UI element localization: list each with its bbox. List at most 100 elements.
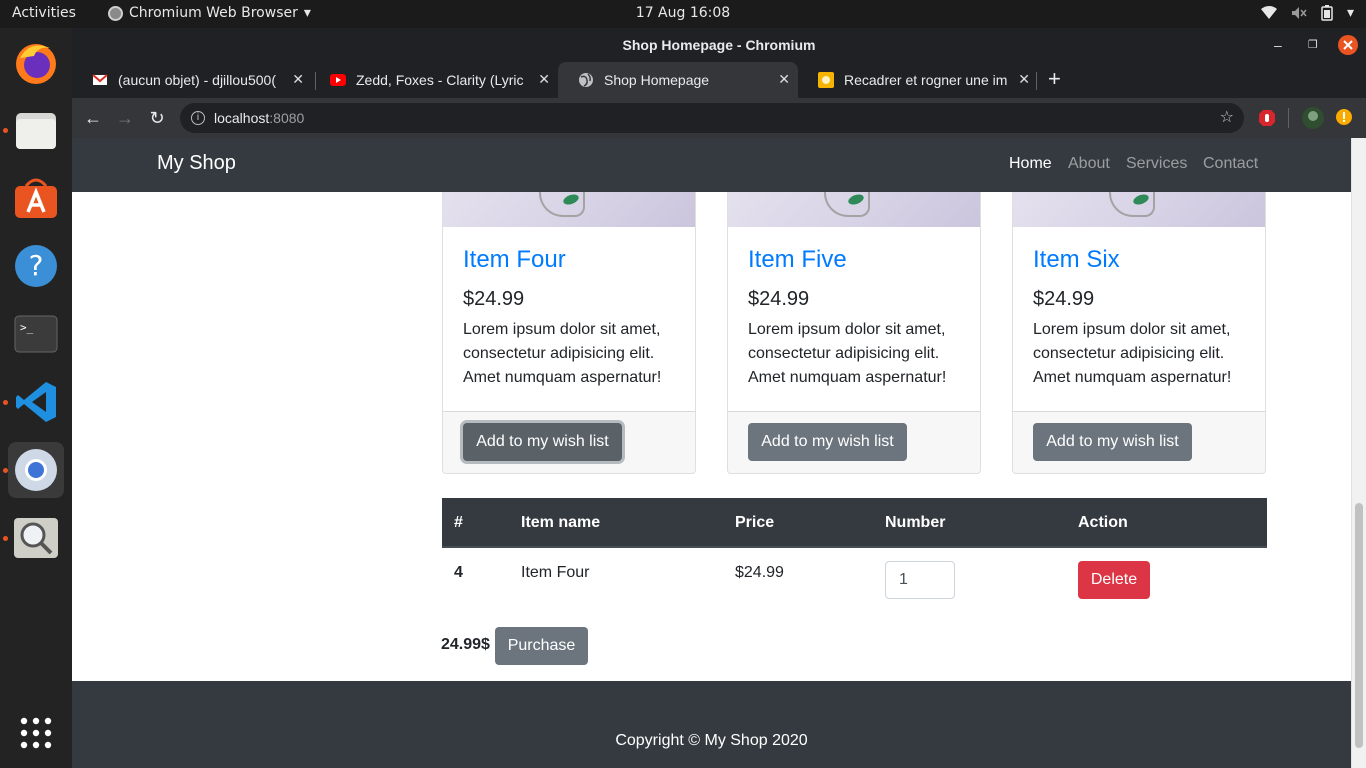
update-warning-icon[interactable] [1336, 109, 1352, 125]
adblock-extension-icon[interactable] [1258, 109, 1276, 127]
cart-total: 24.99$ [441, 636, 490, 653]
nav-link-home[interactable]: Home [1009, 155, 1052, 173]
tab-close-icon[interactable]: ✕ [778, 71, 790, 88]
minimize-icon[interactable]: – [1274, 28, 1282, 62]
ubuntu-software-icon [15, 178, 57, 218]
site-footer: Copyright © My Shop 2020 [72, 681, 1351, 768]
column-header-id: # [454, 514, 463, 531]
forward-button[interactable]: → [114, 107, 136, 129]
cell-id: 4 [454, 564, 463, 581]
close-window-button[interactable] [1338, 28, 1358, 62]
gnome-top-bar: Activities Chromium Web Browser ▾ 17 Aug… [0, 0, 1366, 28]
toolbar-separator [1288, 108, 1289, 128]
show-applications-button[interactable] [8, 705, 64, 761]
tab-strip: (aucun objet) - djillou500( ✕ Zedd, Foxe… [72, 62, 1366, 98]
image-editor-icon [818, 72, 834, 88]
dropdown-arrow-icon: ▾ [303, 5, 311, 21]
card-footer: Add to my wish list [728, 411, 980, 473]
screenshot-launcher[interactable] [3, 510, 64, 566]
firefox-launcher[interactable] [8, 34, 64, 90]
maximize-icon[interactable]: ❐ [1308, 28, 1318, 62]
site-navbar: My Shop Home About Services Contact [72, 138, 1351, 192]
page-scrollbar[interactable] [1351, 138, 1366, 768]
ubuntu-dock: ? >_ [0, 28, 72, 768]
vscode-icon [16, 382, 56, 422]
svg-text:>_: >_ [20, 321, 34, 334]
nav-link-services[interactable]: Services [1126, 155, 1187, 173]
files-launcher[interactable] [3, 102, 64, 158]
page-viewport: My Shop Home About Services Contact Item… [72, 138, 1366, 768]
battery-icon [1321, 5, 1333, 21]
nav-link-contact[interactable]: Contact [1203, 155, 1258, 173]
product-description: Lorem ipsum dolor sit amet, consectetur … [748, 321, 947, 386]
folder-icon [16, 113, 56, 149]
bookmark-star-icon[interactable]: ☆ [1220, 103, 1234, 133]
running-indicator [3, 128, 8, 133]
column-header-number: Number [885, 514, 946, 531]
tab-image-editor[interactable]: Recadrer et rogner une im ✕ [798, 62, 1038, 98]
add-to-wishlist-button[interactable]: Add to my wish list [748, 423, 907, 461]
site-info-icon[interactable]: i [191, 111, 205, 125]
reload-button[interactable]: ↻ [146, 107, 168, 129]
help-launcher[interactable]: ? [8, 238, 64, 294]
card-footer: Add to my wish list [1013, 411, 1265, 473]
nav-link-about[interactable]: About [1068, 155, 1110, 173]
chromium-launcher[interactable] [3, 442, 64, 498]
add-to-wishlist-button[interactable]: Add to my wish list [1033, 423, 1192, 461]
column-header-price: Price [735, 514, 775, 531]
terminal-icon: >_ [14, 315, 58, 353]
tab-gmail[interactable]: (aucun objet) - djillou500( ✕ [72, 62, 312, 98]
running-indicator [3, 468, 8, 473]
wifi-icon [1260, 6, 1277, 19]
table-row: 4 Item Four $24.99 1 Delete [442, 548, 1267, 610]
globe-icon [579, 73, 593, 87]
table-header: # Item name Price Number Action [442, 498, 1267, 548]
tab-close-icon[interactable]: ✕ [292, 71, 304, 88]
system-tray[interactable]: ▾ [1260, 5, 1354, 21]
column-header-action: Action [1078, 514, 1128, 531]
back-button[interactable]: ← [82, 107, 104, 129]
product-description: Lorem ipsum dolor sit amet, consectetur … [463, 321, 662, 386]
add-to-wishlist-button[interactable]: Add to my wish list [463, 423, 622, 461]
magnifier-icon [14, 518, 58, 558]
activities-button[interactable]: Activities [12, 5, 76, 21]
chromium-window: Shop Homepage - Chromium – ❐ (aucun obje… [72, 28, 1366, 768]
url-port: :8080 [269, 110, 305, 126]
cell-item-name: Item Four [521, 564, 590, 581]
address-bar[interactable]: i localhost:8080 ☆ [180, 103, 1244, 133]
system-menu-arrow-icon: ▾ [1346, 5, 1354, 21]
product-title-link[interactable]: Item Five [748, 246, 847, 274]
product-price: $24.99 [463, 288, 525, 310]
chromium-app-icon [108, 5, 123, 21]
gmail-icon [92, 74, 108, 85]
profile-avatar[interactable] [1302, 107, 1324, 129]
delete-button[interactable]: Delete [1078, 561, 1150, 599]
running-indicator [3, 536, 8, 541]
purchase-button[interactable]: Purchase [495, 627, 588, 665]
window-titlebar[interactable]: Shop Homepage - Chromium – ❐ [72, 28, 1366, 62]
copyright-text: Copyright © My Shop 2020 [615, 732, 808, 749]
terminal-launcher[interactable]: >_ [8, 306, 64, 362]
url-host: localhost [214, 110, 270, 126]
tab-youtube[interactable]: Zedd, Foxes - Clarity (Lyric ✕ [310, 62, 558, 98]
volume-muted-icon [1291, 7, 1307, 19]
product-price: $24.99 [748, 288, 810, 310]
chromium-icon [15, 449, 57, 491]
software-launcher[interactable] [8, 170, 64, 226]
vscode-launcher[interactable] [3, 374, 64, 430]
product-title-link[interactable]: Item Six [1033, 246, 1120, 274]
column-header-item-name: Item name [521, 514, 601, 531]
tab-close-icon[interactable]: ✕ [538, 71, 550, 88]
tab-title: (aucun objet) - djillou500( [118, 72, 276, 88]
cell-price: $24.99 [735, 564, 784, 581]
product-title-link[interactable]: Item Four [463, 246, 566, 274]
site-brand[interactable]: My Shop [157, 152, 236, 175]
app-grid-icon [20, 717, 52, 749]
scrollbar-thumb[interactable] [1355, 503, 1363, 748]
tab-shop-homepage[interactable]: Shop Homepage ✕ [558, 62, 798, 98]
new-tab-button[interactable]: + [1048, 66, 1061, 92]
tab-close-icon[interactable]: ✕ [1018, 71, 1030, 88]
app-menu[interactable]: Chromium Web Browser ▾ [108, 5, 311, 21]
quantity-input[interactable]: 1 [885, 561, 955, 599]
svg-text:?: ? [29, 249, 44, 282]
